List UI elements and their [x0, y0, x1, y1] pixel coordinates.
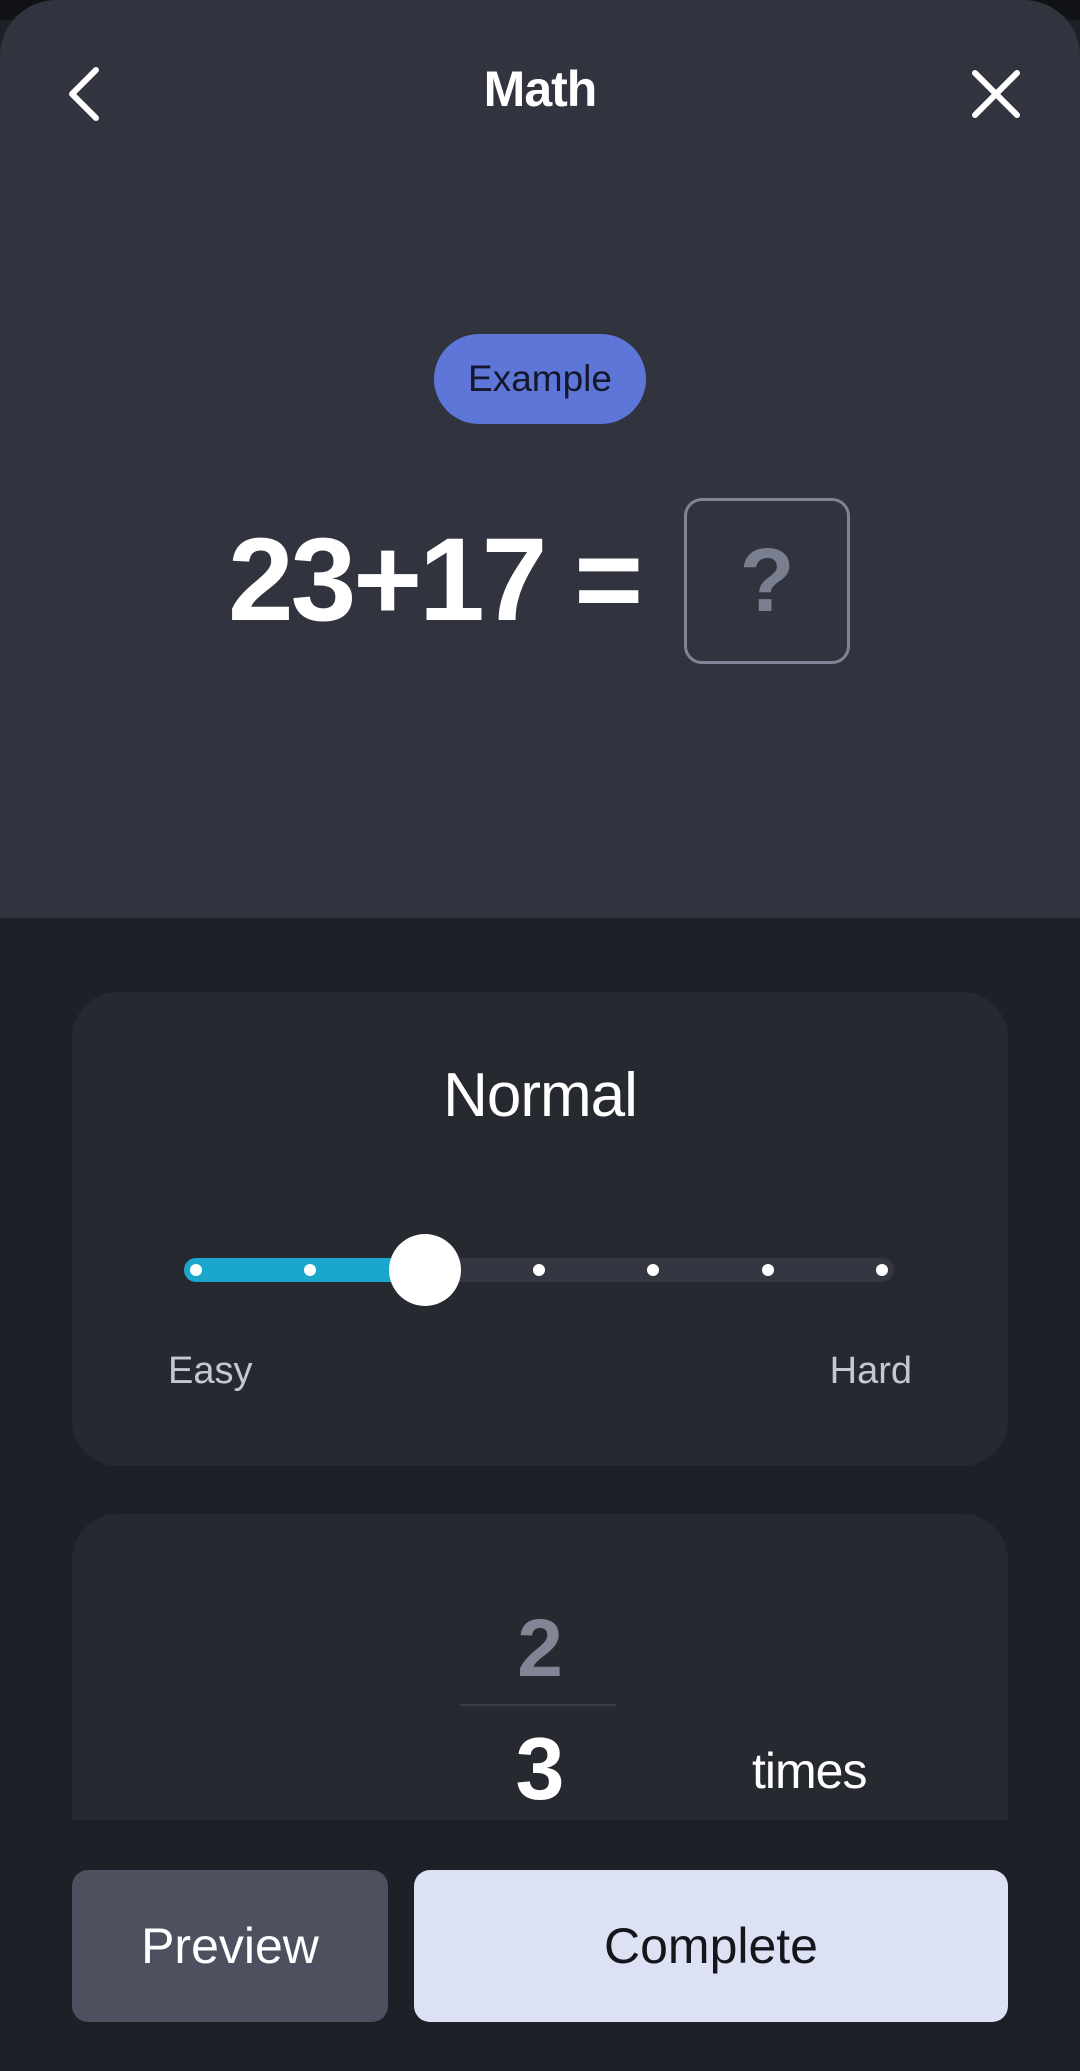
answer-placeholder: ?: [739, 530, 795, 631]
difficulty-max-label: Hard: [829, 1350, 912, 1392]
slider-step-dot[interactable]: [190, 1264, 202, 1276]
page-title: Math: [483, 61, 598, 117]
count-picker-current[interactable]: 3: [462, 1718, 618, 1820]
preview-button[interactable]: Preview: [72, 1870, 388, 2022]
picker-divider: [460, 1704, 616, 1706]
example-panel: Math Example 23+17 = ?: [0, 0, 1080, 918]
difficulty-card: Normal Easy Hard: [72, 992, 1008, 1466]
count-unit-label: times: [752, 1743, 867, 1799]
slider-step-dot[interactable]: [533, 1264, 545, 1276]
repeat-count-card: 2 3 times: [72, 1514, 1008, 1820]
math-challenge-screen: Math Example 23+17 = ? Normal Easy Hard …: [0, 0, 1080, 2071]
close-button[interactable]: [964, 62, 1028, 126]
slider-step-dot[interactable]: [876, 1264, 888, 1276]
answer-box: ?: [684, 498, 850, 664]
close-icon: [972, 70, 1020, 118]
complete-button[interactable]: Complete: [414, 1870, 1008, 2022]
count-picker-previous[interactable]: 2: [462, 1602, 618, 1696]
example-badge: Example: [434, 334, 646, 424]
difficulty-slider[interactable]: [184, 1234, 894, 1306]
difficulty-min-label: Easy: [168, 1350, 253, 1392]
header: Math: [0, 40, 1080, 140]
equation-expression: 23+17 =: [228, 514, 643, 646]
difficulty-level-label: Normal: [443, 1061, 638, 1130]
example-equation: 23+17 = ?: [0, 498, 1080, 664]
slider-thumb[interactable]: [388, 1234, 461, 1306]
slider-step-dot[interactable]: [761, 1264, 774, 1276]
